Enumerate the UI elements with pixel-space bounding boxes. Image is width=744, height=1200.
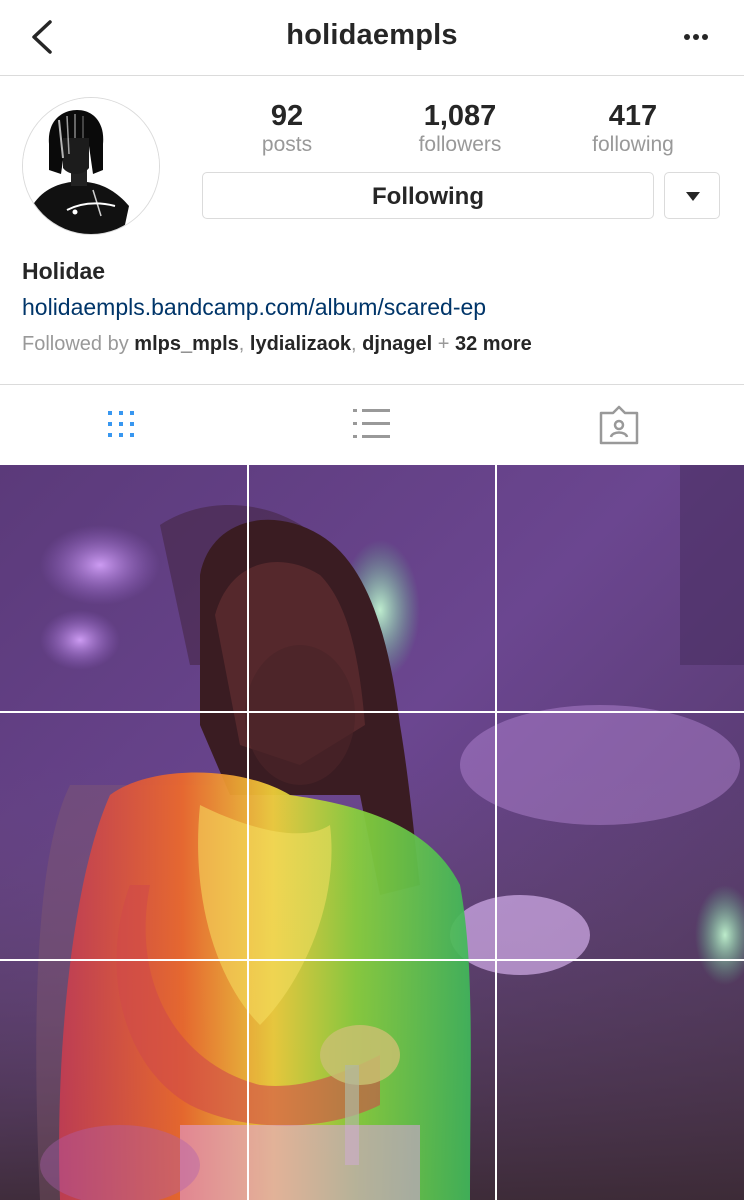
posts-count: 92 [270,100,304,132]
profile-tab-bar [0,384,744,466]
follower-username[interactable]: mlps_mpls [134,333,238,355]
top-nav-bar: holidaempls [0,0,744,76]
posts-stat: 92 posts [212,98,362,156]
profile-display-name: Holidae [22,258,106,284]
followers-stat[interactable]: 1,087 followers [385,98,535,156]
tab-list[interactable] [350,405,394,449]
grid-post[interactable] [249,465,495,711]
tagged-icon [599,405,639,445]
grid-divider [495,465,497,1200]
caret-down-icon [686,192,700,201]
followers-count: 1,087 [423,100,497,132]
follower-username[interactable]: lydializaok [250,333,351,355]
posts-label: posts [261,133,313,156]
following-count: 417 [608,100,658,132]
grid-divider [247,465,249,1200]
followed-by-line: Followed by mlps_mpls, lydializaok, djna… [22,333,532,356]
plus-separator: + [432,333,455,355]
more-followers-link[interactable]: 32 more [455,333,532,355]
more-horizontal-icon [684,34,708,40]
following-label: following [592,133,674,156]
tab-grid[interactable] [102,405,146,449]
followed-by-prefix: Followed by [22,333,135,355]
grid-divider [0,711,744,713]
page-title: holidaempls [286,19,458,51]
following-stat[interactable]: 417 following [558,98,708,156]
grid-post[interactable] [0,713,247,959]
grid-post[interactable] [0,465,247,711]
profile-picture [23,98,159,234]
grid-divider [0,959,744,961]
avatar[interactable] [22,97,160,235]
separator: , [238,333,250,355]
tab-tagged[interactable] [597,405,641,449]
follower-username[interactable]: djnagel [362,333,432,355]
separator: , [351,333,363,355]
grid-post[interactable] [497,961,744,1200]
grid-post[interactable] [497,713,744,959]
grid-post[interactable] [497,465,744,711]
followers-label: followers [418,133,502,156]
grid-post[interactable] [249,961,495,1200]
grid-post[interactable] [0,961,247,1200]
website-link[interactable]: holidaempls.bandcamp.com/album/scared-ep [22,294,486,321]
following-button[interactable]: Following [202,172,654,219]
suggestions-dropdown-button[interactable] [664,172,720,219]
list-icon [353,409,390,438]
more-options-button[interactable] [674,24,718,52]
grid-icon [108,411,134,437]
grid-post[interactable] [249,713,495,959]
photo-grid [0,465,744,1200]
